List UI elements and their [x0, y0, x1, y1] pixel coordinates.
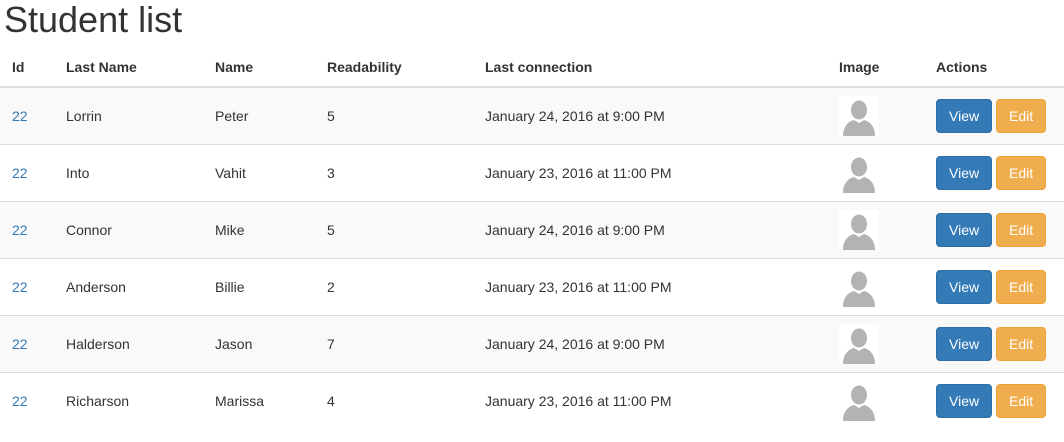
student-id-link[interactable]: 22 — [12, 108, 28, 124]
last-name-cell: Halderson — [54, 315, 203, 373]
table-body: 22 Lorrin Peter 5 January 24, 2016 at 9:… — [0, 87, 1064, 429]
student-id-link[interactable]: 22 — [12, 279, 28, 295]
student-list-page: Student list Id Last Name Name Readabili… — [0, 0, 1064, 442]
edit-button[interactable]: Edit — [996, 270, 1046, 304]
view-button[interactable]: View — [936, 213, 992, 247]
last-name-cell: Into — [54, 144, 203, 202]
id-cell: 22 — [0, 315, 54, 373]
header-id: Id — [0, 48, 54, 88]
table-row: 22 Connor Mike 5 January 24, 2016 at 9:0… — [0, 201, 1064, 259]
image-cell — [827, 372, 924, 429]
last-name-cell: Lorrin — [54, 87, 203, 145]
user-avatar-icon — [839, 267, 879, 307]
header-image: Image — [827, 48, 924, 88]
table-header: Id Last Name Name Readability Last conne… — [0, 48, 1064, 88]
header-actions: Actions — [924, 48, 1064, 88]
last-connection-cell: January 24, 2016 at 9:00 PM — [473, 201, 827, 259]
readability-cell: 7 — [315, 315, 473, 373]
id-cell: 22 — [0, 87, 54, 145]
view-button[interactable]: View — [936, 327, 992, 361]
actions-cell: View Edit — [924, 87, 1064, 145]
user-avatar-icon — [839, 210, 879, 250]
header-last-name: Last Name — [54, 48, 203, 88]
table-row: 22 Richarson Marissa 4 January 23, 2016 … — [0, 372, 1064, 429]
student-id-link[interactable]: 22 — [12, 165, 28, 181]
image-cell — [827, 87, 924, 145]
id-cell: 22 — [0, 201, 54, 259]
page-title: Student list — [4, 0, 183, 40]
edit-button[interactable]: Edit — [996, 99, 1046, 133]
id-cell: 22 — [0, 372, 54, 429]
id-cell: 22 — [0, 144, 54, 202]
student-id-link[interactable]: 22 — [12, 222, 28, 238]
user-avatar-icon — [839, 96, 879, 136]
user-avatar-icon — [839, 153, 879, 193]
edit-button[interactable]: Edit — [996, 213, 1046, 247]
last-connection-cell: January 24, 2016 at 9:00 PM — [473, 87, 827, 145]
last-connection-cell: January 23, 2016 at 11:00 PM — [473, 144, 827, 202]
actions-cell: View Edit — [924, 201, 1064, 259]
readability-cell: 4 — [315, 372, 473, 429]
edit-button[interactable]: Edit — [996, 327, 1046, 361]
actions-cell: View Edit — [924, 258, 1064, 316]
student-id-link[interactable]: 22 — [12, 336, 28, 352]
image-cell — [827, 144, 924, 202]
student-id-link[interactable]: 22 — [12, 393, 28, 409]
header-readability: Readability — [315, 48, 473, 88]
readability-cell: 5 — [315, 87, 473, 145]
last-name-cell: Connor — [54, 201, 203, 259]
actions-cell: View Edit — [924, 144, 1064, 202]
name-cell: Vahit — [203, 144, 315, 202]
table-row: 22 Anderson Billie 2 January 23, 2016 at… — [0, 258, 1064, 316]
name-cell: Peter — [203, 87, 315, 145]
name-cell: Jason — [203, 315, 315, 373]
readability-cell: 3 — [315, 144, 473, 202]
name-cell: Billie — [203, 258, 315, 316]
actions-cell: View Edit — [924, 372, 1064, 429]
table-row: 22 Halderson Jason 7 January 24, 2016 at… — [0, 315, 1064, 373]
table-row: 22 Into Vahit 3 January 23, 2016 at 11:0… — [0, 144, 1064, 202]
last-name-cell: Richarson — [54, 372, 203, 429]
header-last-connection: Last connection — [473, 48, 827, 88]
view-button[interactable]: View — [936, 156, 992, 190]
id-cell: 22 — [0, 258, 54, 316]
view-button[interactable]: View — [936, 99, 992, 133]
user-avatar-icon — [839, 324, 879, 364]
last-connection-cell: January 24, 2016 at 9:00 PM — [473, 315, 827, 373]
image-cell — [827, 201, 924, 259]
edit-button[interactable]: Edit — [996, 156, 1046, 190]
readability-cell: 5 — [315, 201, 473, 259]
header-name: Name — [203, 48, 315, 88]
last-connection-cell: January 23, 2016 at 11:00 PM — [473, 372, 827, 429]
student-table: Id Last Name Name Readability Last conne… — [0, 48, 1064, 429]
user-avatar-icon — [839, 381, 879, 421]
header-row: Id Last Name Name Readability Last conne… — [0, 48, 1064, 88]
view-button[interactable]: View — [936, 270, 992, 304]
table-row: 22 Lorrin Peter 5 January 24, 2016 at 9:… — [0, 87, 1064, 145]
actions-cell: View Edit — [924, 315, 1064, 373]
edit-button[interactable]: Edit — [996, 384, 1046, 418]
last-connection-cell: January 23, 2016 at 11:00 PM — [473, 258, 827, 316]
last-name-cell: Anderson — [54, 258, 203, 316]
name-cell: Marissa — [203, 372, 315, 429]
view-button[interactable]: View — [936, 384, 992, 418]
readability-cell: 2 — [315, 258, 473, 316]
image-cell — [827, 315, 924, 373]
name-cell: Mike — [203, 201, 315, 259]
image-cell — [827, 258, 924, 316]
